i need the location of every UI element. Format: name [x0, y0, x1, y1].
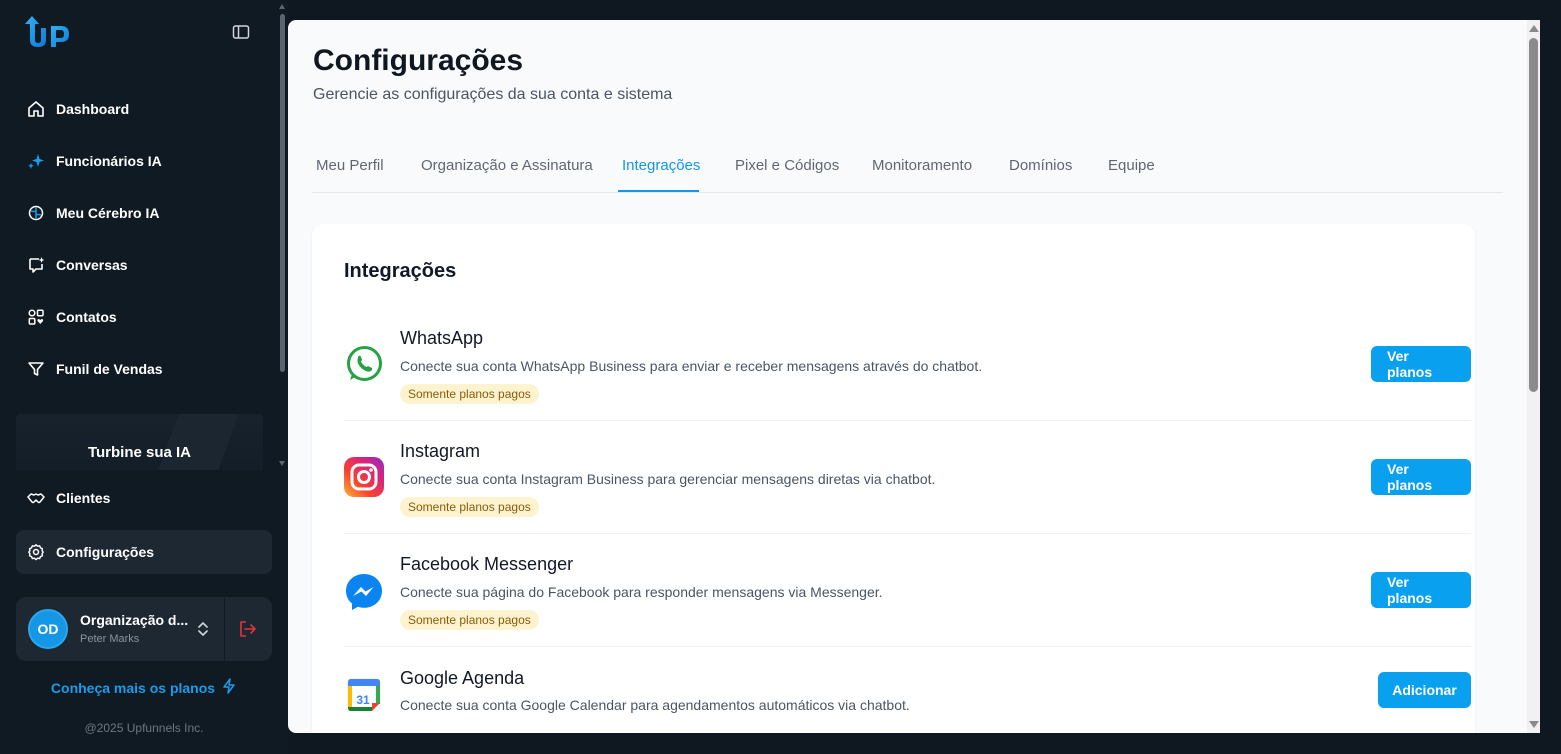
organization-name: Organização d... — [80, 612, 189, 628]
sidebar-item-contatos[interactable]: Contatos — [16, 295, 272, 339]
handshake-icon — [26, 488, 46, 508]
tab-equipe[interactable]: Equipe — [1108, 157, 1155, 174]
google-calendar-icon: 31 — [344, 675, 384, 715]
sidebar-item-label: Funil de Vendas — [56, 361, 163, 377]
avatar: OD — [28, 609, 68, 649]
sidebar-item-label: Dashboard — [56, 101, 130, 117]
page-title: Configurações — [313, 44, 524, 77]
sidebar-item-label: Configurações — [56, 544, 155, 560]
sidebar-scroll-up-icon[interactable] — [279, 4, 285, 9]
funnel-icon — [26, 359, 46, 379]
sidebar-item-label: Conversas — [56, 257, 128, 273]
sidebar-item-label: Clientes — [56, 490, 111, 506]
integration-row-google-agenda: 31 Google Agenda Conecte sua conta Googl… — [344, 647, 1471, 733]
view-plans-button[interactable]: Ver planos — [1371, 572, 1471, 608]
lightning-icon — [221, 678, 237, 697]
tab-meu-perfil[interactable]: Meu Perfil — [316, 157, 384, 174]
sidebar-item-meu-cerebro-ia[interactable]: Meu Cérebro IA — [16, 191, 272, 235]
sidebar-item-clientes[interactable]: Clientes — [16, 476, 272, 520]
tab-monitoramento[interactable]: Monitoramento — [872, 157, 972, 174]
integration-name: Facebook Messenger — [400, 554, 574, 574]
settings-tabs: Meu Perfil Organização e Assinatura Inte… — [312, 144, 1503, 193]
paid-plan-badge: Somente planos pagos — [400, 497, 539, 517]
brain-icon — [26, 203, 46, 223]
sidebar-item-funcionarios-ia[interactable]: Funcionários IA — [16, 139, 272, 183]
paid-plan-badge: Somente planos pagos — [400, 384, 539, 404]
main-scrollbar-thumb[interactable] — [1529, 38, 1538, 392]
organization-switcher[interactable]: OD Organização d... Peter Marks — [16, 597, 272, 661]
sidebar-scrollbar-thumb[interactable] — [280, 14, 285, 372]
sidebar-item-dashboard[interactable]: Dashboard — [16, 87, 272, 131]
sidebar-scroll-down-icon[interactable] — [279, 461, 285, 466]
integration-name: Google Agenda — [400, 668, 525, 688]
promo-title: Turbine sua IA — [87, 444, 192, 461]
main-scroll-up-icon[interactable] — [1529, 25, 1539, 32]
sidebar-toggle-icon[interactable] — [232, 24, 250, 40]
tab-pixel-e-codigos[interactable]: Pixel e Códigos — [735, 157, 839, 174]
promo-decoration — [153, 414, 239, 470]
tab-organizacao-e-assinatura[interactable]: Organização e Assinatura — [421, 157, 593, 174]
main-scroll-down-icon[interactable] — [1529, 721, 1539, 728]
integration-row-facebook-messenger: Facebook Messenger Conecte sua página do… — [344, 534, 1471, 647]
add-integration-button[interactable]: Adicionar — [1378, 672, 1471, 708]
sidebar-item-label: Funcionários IA — [56, 153, 162, 169]
main-content: Configurações Gerencie as configurações … — [288, 20, 1540, 733]
sidebar-item-funil-de-vendas[interactable]: Funil de Vendas — [16, 347, 272, 391]
chevron-up-down-icon[interactable] — [196, 621, 210, 637]
integration-description: Conecte sua conta Google Calendar para a… — [400, 697, 910, 713]
integration-description: Conecte sua página do Facebook para resp… — [400, 584, 883, 600]
sidebar-item-label: Contatos — [56, 309, 117, 325]
tab-dominios[interactable]: Domínios — [1009, 157, 1072, 174]
gear-icon — [26, 542, 46, 562]
whatsapp-icon — [344, 344, 384, 384]
sidebar-item-label: Meu Cérebro IA — [56, 205, 160, 221]
integrations-card: Integrações WhatsApp Conecte sua conta W… — [312, 224, 1475, 733]
divider — [224, 597, 225, 661]
view-plans-button[interactable]: Ver planos — [1371, 346, 1471, 382]
sidebar: Dashboard Funcionários IA Meu Cérebro IA… — [0, 0, 288, 754]
integration-name: Instagram — [400, 441, 481, 461]
user-name: Peter Marks — [80, 633, 140, 645]
promo-banner[interactable]: Turbine sua IA — [16, 414, 263, 470]
contacts-icon — [26, 307, 46, 327]
tab-integracoes[interactable]: Integrações — [622, 157, 700, 174]
plans-link-label: Conheça mais os planos — [50, 679, 216, 696]
page-subtitle: Gerencie as configurações da sua conta e… — [313, 86, 673, 103]
active-tab-indicator — [618, 190, 699, 192]
integration-row-whatsapp: WhatsApp Conecte sua conta WhatsApp Busi… — [344, 308, 1471, 421]
home-icon — [26, 99, 46, 119]
messenger-icon — [344, 572, 384, 612]
integrations-title: Integrações — [344, 260, 457, 282]
integration-row-instagram: Instagram Conecte sua conta Instagram Bu… — [344, 421, 1471, 534]
paid-plan-badge: Somente planos pagos — [400, 610, 539, 630]
integration-description: Conecte sua conta WhatsApp Business para… — [400, 358, 983, 374]
calendar-day: 31 — [356, 693, 370, 707]
integration-description: Conecte sua conta Instagram Business par… — [400, 471, 936, 487]
upfunnels-logo[interactable] — [22, 14, 78, 50]
instagram-icon — [344, 457, 384, 497]
plans-link[interactable]: Conheça mais os planos — [0, 678, 288, 697]
copyright: @2025 Upfunnels Inc. — [84, 721, 204, 735]
logout-icon[interactable] — [238, 619, 258, 639]
chat-icon — [26, 255, 46, 275]
sidebar-item-configuracoes[interactable]: Configurações — [16, 530, 272, 574]
sparkles-icon — [26, 151, 46, 171]
view-plans-button[interactable]: Ver planos — [1371, 459, 1471, 495]
sidebar-item-conversas[interactable]: Conversas — [16, 243, 272, 287]
integration-name: WhatsApp — [400, 328, 484, 348]
